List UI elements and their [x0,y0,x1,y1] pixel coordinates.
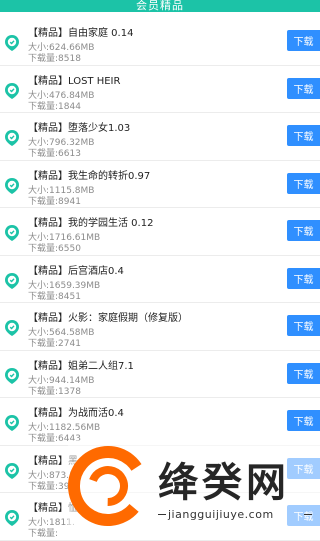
app-name: 【精品】为战而活0.4 [28,408,124,419]
list-item[interactable]: 【精品】我生命的转折0.97 大小:1115.8MB 下载量:8941 下载 [0,161,320,208]
app-name: 【精品】自由家庭 0.14 [28,28,134,39]
app-icon [4,129,20,147]
app-icon [4,367,20,385]
app-name: 【精品】火影：家庭假期（修复版） [28,313,188,324]
watermark-logo-icon [68,446,148,526]
list-item[interactable]: 【精品】火影：家庭假期（修复版） 大小:564.58MB 下载量:2741 下载 [0,303,320,351]
app-downloads: 下载量:6550 [28,244,81,254]
app-icon [4,509,20,527]
list-item[interactable]: 【精品】姐弟二人组7.1 大小:944.14MB 下载量:1378 下载 [0,351,320,398]
app-icon [4,272,20,290]
app-downloads: 下载量:1844 [28,101,81,112]
app-downloads: 下载量:1378 [28,386,81,397]
watermark-divider [158,514,166,515]
download-button[interactable]: 下载 [287,362,320,384]
page-title: 会员精品 [136,0,184,12]
watermark-divider [304,514,312,515]
download-button[interactable]: 下载 [287,30,320,51]
app-icon [4,414,20,432]
download-button[interactable]: 下载 [287,125,320,146]
app-name: 【精品】我生命的转折0.97 [28,170,151,182]
watermark-name: 绛癸网 [158,460,290,506]
app-name: 【精品】我的学园生活 0.12 [28,218,154,229]
app-icon [4,224,20,242]
download-button[interactable]: 下载 [287,172,320,194]
list-item[interactable]: 【精品】我的学园生活 0.12 大小:1716.61MB 下载量:6550 下载 [0,208,320,256]
app-downloads: 下载量:8518 [28,54,81,64]
download-button[interactable]: 下载 [287,267,320,289]
watermark: 绛癸网 jiangguijiuye.com [68,440,320,533]
download-button[interactable]: 下载 [287,410,320,431]
top-bar: 会员精品 [0,0,320,12]
watermark-url: jiangguijiuye.com [168,508,274,521]
download-button[interactable]: 下载 [287,220,320,241]
app-name: 【精品】后宫酒店0.4 [28,265,124,277]
list-item[interactable]: 【精品】后宫酒店0.4 大小:1659.39MB 下载量:8451 下载 [0,256,320,303]
app-icon [4,34,20,52]
app-name: 【精品】堕落少女1.03 [28,123,131,134]
app-icon [4,462,20,480]
list-item[interactable]: 【精品】LOST HEIR 大小:476.84MB 下载量:1844 下载 [0,66,320,113]
app-name: 【精品】姐弟二人组7.1 [28,360,134,372]
app-name: 【精品】LOST HEIR [28,75,121,87]
app-icon [4,319,20,337]
app-icon [4,177,20,195]
app-downloads: 下载量:2741 [28,339,81,349]
download-button[interactable]: 下载 [287,77,320,99]
download-button[interactable]: 下载 [287,315,320,336]
app-downloads: 下载量:8941 [28,196,81,207]
list-item[interactable]: 【精品】为战而活0.4 大小:1182.56MB 下载量:6443 下载 [0,398,320,446]
app-icon [4,82,20,100]
app-downloads: 下载量:6613 [28,149,81,159]
list-item[interactable]: 【精品】堕落少女1.03 大小:796.32MB 下载量:6613 下载 [0,113,320,161]
app-downloads: 下载量:8451 [28,291,81,302]
list-item[interactable]: 【精品】自由家庭 0.14 大小:624.66MB 下载量:8518 下载 [0,18,320,66]
